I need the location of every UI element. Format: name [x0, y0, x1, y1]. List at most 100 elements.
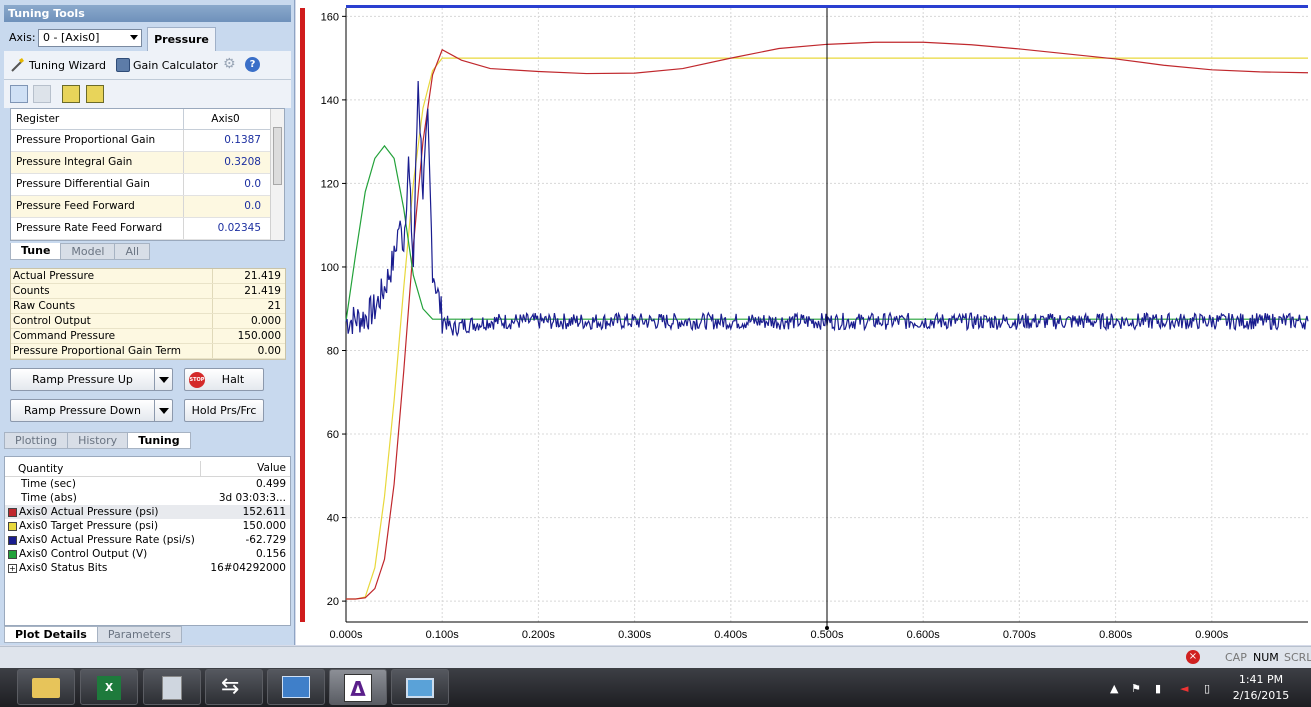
chevron-down-icon[interactable] — [154, 369, 172, 390]
taskbar-transfer[interactable]: ⇆ — [205, 669, 263, 705]
gear-icon[interactable]: ⚙ — [223, 56, 236, 72]
list-item[interactable]: Axis0 Target Pressure (psi) 150.000 — [5, 519, 290, 533]
status-bar: × CAP NUM SCRL — [0, 646, 1311, 668]
list-item[interactable]: Time (abs) 3d 03:03:3... — [5, 491, 290, 505]
taskbar-remote-desktop[interactable] — [391, 669, 449, 705]
quantity-name: Time (abs) — [21, 492, 77, 504]
status-name: Control Output — [11, 314, 213, 328]
register-value[interactable]: 0.02345 — [184, 218, 267, 239]
series-swatch — [8, 535, 17, 545]
export-icon[interactable] — [86, 85, 104, 103]
error-icon[interactable]: × — [1186, 650, 1200, 664]
plot-area[interactable]: 20 40 60 80 100 120 140 160 0.000s 0.100s 0.200s 0.… — [296, 0, 1311, 645]
taskbar-excel[interactable]: X — [80, 669, 138, 705]
scrollbar-thumb[interactable] — [273, 127, 282, 185]
chevron-down-icon[interactable] — [154, 400, 172, 421]
quantity-name: Axis0 Actual Pressure (psi) — [19, 506, 159, 518]
register-value[interactable]: 0.3208 — [184, 152, 267, 173]
clock-time[interactable]: 1:41 PM — [1232, 673, 1290, 686]
tab-plotting[interactable]: Plotting — [4, 432, 69, 449]
y-tick-label: 160 — [321, 11, 339, 23]
hold-button[interactable]: Hold Prs/Frc — [184, 399, 264, 422]
series-swatch — [8, 507, 17, 517]
tuning-wizard-label: Tuning Wizard — [29, 58, 107, 72]
volume-muted-icon[interactable]: ◄ — [1180, 682, 1188, 695]
plot-details-header: Quantity Value — [5, 461, 290, 477]
gain-calculator-label: Gain Calculator — [133, 58, 218, 72]
tab-pressure[interactable]: Pressure — [147, 27, 216, 51]
grid-view-icon[interactable] — [10, 85, 28, 103]
tuning-wizard-button[interactable]: Tuning Wizard — [10, 58, 106, 72]
x-tick-label: 0.300s — [618, 629, 652, 641]
power-icon[interactable]: ▯ — [1204, 682, 1210, 695]
x-tick-label: 0.200s — [522, 629, 556, 641]
import-icon[interactable] — [62, 85, 80, 103]
pressure-chart[interactable]: 20 40 60 80 100 120 140 160 0.000s 0.100s 0.200s 0.… — [296, 0, 1311, 645]
tab-plot-details[interactable]: Plot Details — [4, 626, 98, 643]
x-tick-label: 0.400s — [714, 629, 748, 641]
excel-icon: X — [97, 676, 121, 700]
table-row[interactable]: Pressure Feed Forward 0.0 — [11, 196, 284, 218]
tab-all[interactable]: All — [114, 243, 151, 260]
x-tick-label: 0.600s — [907, 629, 941, 641]
tab-tune[interactable]: Tune — [10, 243, 62, 260]
cursor-handle — [825, 626, 829, 630]
taskbar-explorer[interactable] — [17, 669, 75, 705]
status-value: 21 — [267, 300, 281, 312]
quantity-cell: Axis0 Actual Pressure (psi) — [5, 505, 200, 519]
table-row[interactable]: Pressure Differential Gain 0.0 — [11, 174, 284, 196]
tab-tuning[interactable]: Tuning — [127, 432, 191, 449]
ramp-pressure-up-button[interactable]: Ramp Pressure Up — [10, 368, 173, 391]
tab-parameters[interactable]: Parameters — [96, 626, 182, 643]
tab-history[interactable]: History — [67, 432, 129, 449]
halt-button[interactable]: STOP Halt — [184, 368, 264, 391]
delta-icon: Δ — [344, 674, 372, 702]
y-tick-label: 80 — [327, 346, 339, 358]
register-value[interactable]: 0.0 — [184, 196, 267, 217]
list-view-icon[interactable] — [33, 85, 51, 103]
quantity-value: 0.499 — [255, 478, 286, 490]
quantity-name: Axis0 Target Pressure (psi) — [19, 520, 159, 532]
register-value[interactable]: 0.1387 — [184, 130, 267, 151]
table-row[interactable]: Pressure Proportional Gain 0.1387 — [11, 130, 284, 152]
help-icon[interactable]: ? — [245, 57, 260, 72]
x-tick-label: 0.700s — [1003, 629, 1037, 641]
y-tick-label: 40 — [327, 513, 339, 525]
register-value[interactable]: 0.0 — [184, 174, 267, 195]
axis-select[interactable]: 0 - [Axis0] — [38, 29, 142, 47]
quantity-cell: Axis0 Target Pressure (psi) — [5, 519, 200, 533]
register-table: Register Axis0 Pressure Proportional Gai… — [10, 108, 285, 241]
signal-icon[interactable]: ▮ — [1155, 682, 1161, 695]
list-item[interactable]: Time (sec) 0.499 — [5, 477, 290, 491]
register-scrollbar[interactable] — [270, 109, 284, 240]
register-name: Pressure Feed Forward — [11, 196, 184, 217]
gain-calculator-button[interactable]: Gain Calculator — [116, 58, 218, 72]
register-name: Pressure Proportional Gain — [11, 130, 184, 151]
flag-icon[interactable]: ⚑ — [1131, 682, 1141, 695]
y-tick-label: 60 — [327, 429, 339, 441]
series-swatch — [8, 521, 17, 531]
list-item[interactable]: Axis0 Control Output (V) 0.156 — [5, 547, 290, 561]
table-row[interactable]: Pressure Integral Gain 0.3208 — [11, 152, 284, 174]
list-item[interactable]: + Axis0 Status Bits 16#04292000 — [5, 561, 290, 575]
status-value: 150.000 — [237, 330, 281, 342]
taskbar-calculator[interactable] — [143, 669, 201, 705]
status-name: Raw Counts — [11, 299, 213, 313]
tab-model[interactable]: Model — [60, 243, 116, 260]
list-item[interactable]: Axis0 Actual Pressure Rate (psi/s) -62.72… — [5, 533, 290, 547]
x-tick-label: 0.000s — [329, 629, 363, 641]
hold-label: Hold Prs/Frc — [191, 404, 257, 417]
expand-icon[interactable]: + — [8, 563, 17, 573]
status-value: 0.000 — [250, 315, 281, 327]
quantity-cell: Axis0 Control Output (V) — [5, 547, 200, 561]
monitor-icon — [406, 678, 434, 698]
table-row[interactable]: Pressure Rate Feed Forward 0.02345 — [11, 218, 284, 240]
taskbar-rmctools[interactable]: Δ — [329, 669, 387, 705]
clock-date[interactable]: 2/16/2015 — [1232, 689, 1290, 702]
taskbar-control-panel[interactable] — [267, 669, 325, 705]
list-item[interactable]: Axis0 Actual Pressure (psi) 152.611 — [5, 505, 290, 519]
quantity-cell: Axis0 Actual Pressure Rate (psi/s) — [5, 533, 200, 547]
status-list: Actual Pressure 21.419 Counts 21.419 Raw C… — [10, 268, 286, 360]
ramp-pressure-down-button[interactable]: Ramp Pressure Down — [10, 399, 173, 422]
chevron-up-icon[interactable]: ▲ — [1110, 682, 1118, 695]
